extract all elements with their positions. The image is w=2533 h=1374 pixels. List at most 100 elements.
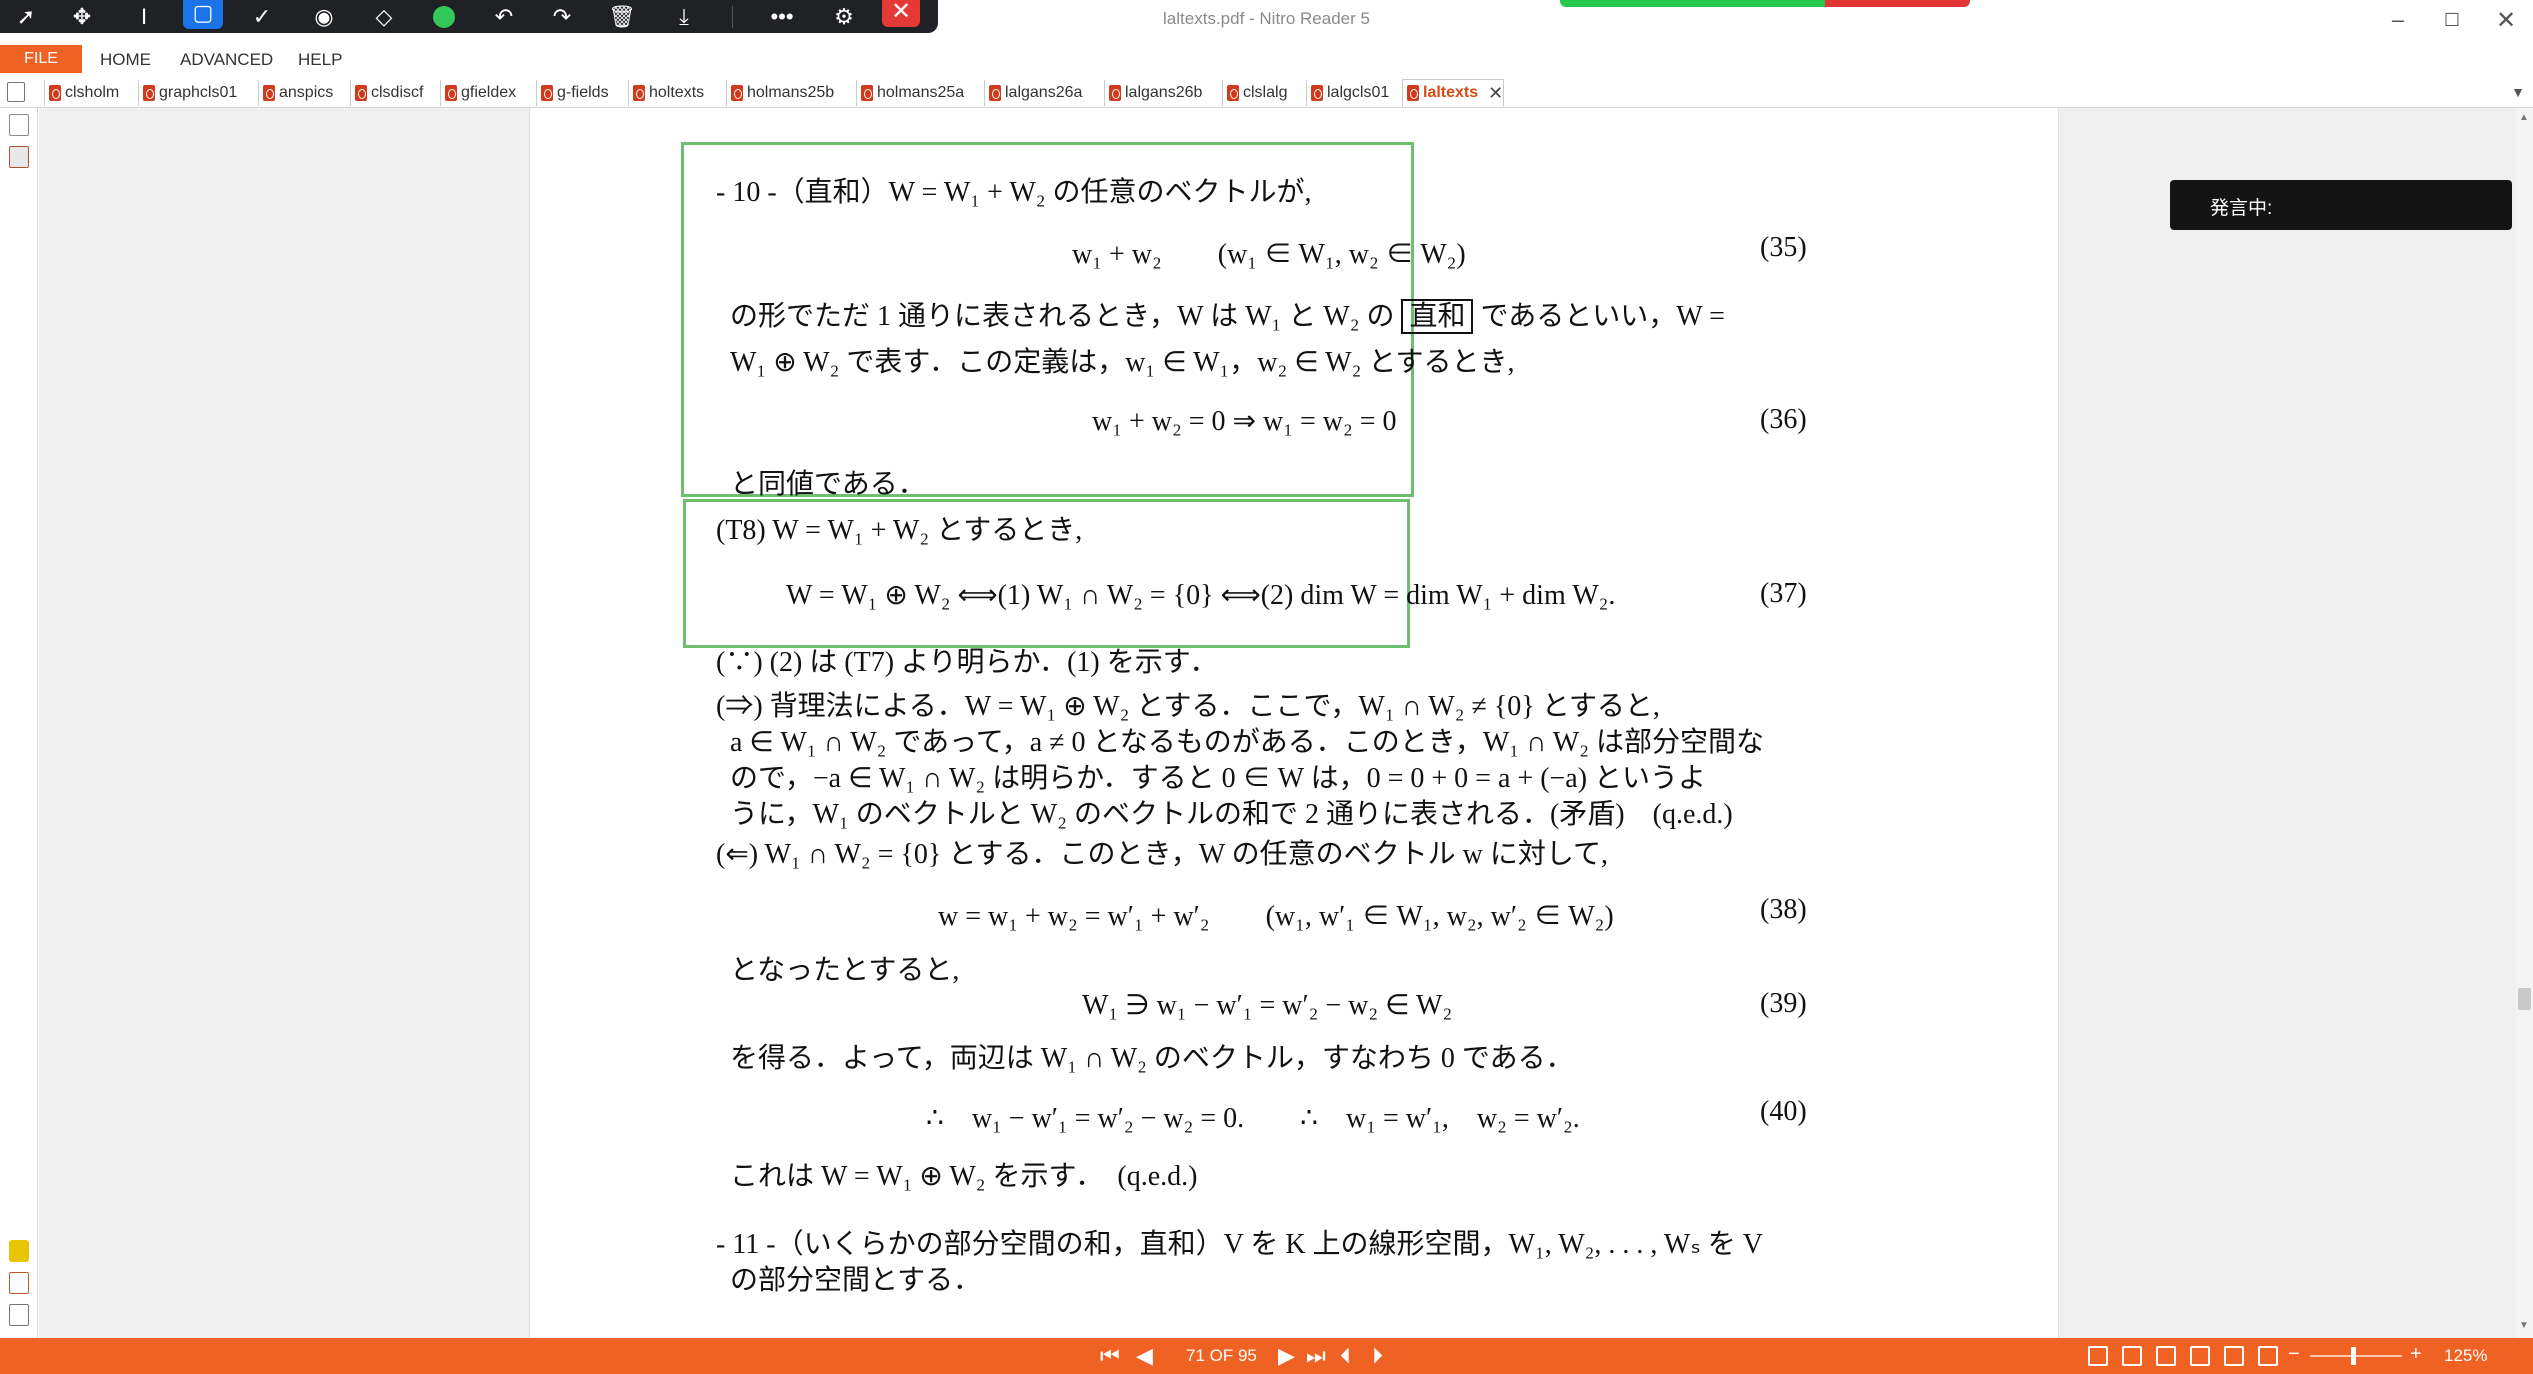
pdf-file-icon bbox=[1227, 85, 1239, 101]
fit-page-icon[interactable] bbox=[2258, 1346, 2278, 1366]
equation-number-39: (39) bbox=[1760, 988, 1807, 1019]
zoom-in-icon[interactable]: + bbox=[2410, 1343, 2422, 1366]
equation-40: ∴ w₁ − w′₁ = w′₂ − w₂ = 0. ∴ w₁ = w′₁, w… bbox=[926, 1103, 1580, 1134]
pdf-file-icon bbox=[1109, 85, 1121, 101]
tab-overflow-chevron-icon[interactable]: ▼ bbox=[2511, 84, 2525, 100]
document-viewport[interactable]: - 10 -（直和）W = W₁ + W₂ の任意のベクトルが, w₁ + w₂… bbox=[39, 108, 2516, 1338]
record-dot-icon[interactable] bbox=[422, 0, 466, 33]
theorem-t8: (T8) W = W₁ + W₂ とするとき, bbox=[716, 515, 1083, 546]
scroll-down-icon[interactable]: ▼ bbox=[2519, 1320, 2529, 1331]
proof-line: うに，W₁ のベクトルと W₂ のベクトルの和で 2 通りに表される．(矛盾) … bbox=[730, 799, 1733, 830]
pdf-file-icon bbox=[633, 85, 645, 101]
scrollbar-thumb[interactable] bbox=[2518, 988, 2531, 1010]
term-boxed: 直和 bbox=[1401, 299, 1474, 334]
menu-home[interactable]: HOME bbox=[100, 50, 151, 70]
tab-lalgcls01[interactable]: lalgcls01 bbox=[1306, 80, 1389, 106]
proof-line: となったとすると, bbox=[730, 955, 960, 986]
user-settings-icon[interactable]: ⚙ bbox=[822, 0, 866, 33]
tab-holmans25a[interactable]: holmans25a bbox=[856, 80, 964, 106]
tab-anspics[interactable]: anspics bbox=[258, 80, 333, 106]
tab-holtexts[interactable]: holtexts bbox=[628, 80, 704, 106]
previous-view-icon[interactable]: ⏴ bbox=[1340, 1343, 1351, 1368]
tab-g-fields[interactable]: g-fields bbox=[536, 80, 609, 106]
proof-line: (∵) (2) は (T7) より明らか．(1) を示す． bbox=[716, 647, 1218, 678]
output-panel-icon[interactable] bbox=[9, 1304, 29, 1326]
record-icon[interactable]: ◉ bbox=[302, 0, 346, 33]
menu-help[interactable]: HELP bbox=[298, 50, 342, 70]
last-page-icon[interactable]: ⏭ bbox=[1306, 1343, 1326, 1368]
menu-advanced[interactable]: ADVANCED bbox=[180, 50, 273, 70]
vertical-scrollbar[interactable]: ▲ ▼ bbox=[2516, 108, 2533, 1338]
tab-clslalg[interactable]: clslalg bbox=[1222, 80, 1287, 106]
tab-laltexts[interactable]: laltexts ✕ bbox=[1402, 79, 1505, 107]
next-page-icon[interactable]: ▶ bbox=[1278, 1343, 1295, 1368]
check-icon[interactable]: ✓ bbox=[240, 0, 284, 33]
download-icon[interactable]: ⤓ bbox=[662, 0, 706, 33]
attachments-panel-icon[interactable] bbox=[9, 1272, 29, 1294]
zoom-out-icon[interactable]: − bbox=[2288, 1343, 2300, 1366]
toolbar-divider bbox=[732, 6, 733, 28]
equation-36: w₁ + w₂ = 0 ⇒ w₁ = w₂ = 0 bbox=[1092, 406, 1397, 437]
tab-graphcls01[interactable]: graphcls01 bbox=[138, 80, 237, 106]
proof-line: a ∈ W₁ ∩ W₂ であって，a ≠ 0 となるものがある．このとき，W₁ … bbox=[730, 727, 1764, 758]
minimize-button[interactable]: – bbox=[2370, 2, 2426, 38]
zoom-level[interactable]: 125% bbox=[2444, 1346, 2487, 1366]
equation-number-38: (38) bbox=[1760, 894, 1807, 925]
single-page-view-icon[interactable] bbox=[2088, 1346, 2108, 1366]
pdf-file-icon bbox=[1407, 85, 1419, 101]
tab-clsdiscf[interactable]: clsdiscf bbox=[350, 80, 423, 106]
proof-line: (⇐) W₁ ∩ W₂ = {0} とする．このとき，W の任意のベクトル w … bbox=[716, 839, 1608, 870]
pdf-file-icon bbox=[49, 85, 61, 101]
paragraph-line: W₁ ⊕ W₂ で表す．この定義は，w₁ ∈ W₁，w₂ ∈ W₂ とするとき, bbox=[730, 347, 1515, 378]
close-window-button[interactable]: ✕ bbox=[2478, 2, 2533, 38]
stop-icon[interactable]: ✕ bbox=[882, 0, 920, 27]
tab-gfieldex[interactable]: gfieldex bbox=[440, 80, 516, 106]
recording-indicator-green bbox=[1560, 0, 1825, 7]
tab-lalgans26a[interactable]: lalgans26a bbox=[984, 80, 1082, 106]
proof-line: ので，−a ∈ W₁ ∩ W₂ は明らか．すると 0 ∈ W は，0 = 0 +… bbox=[730, 763, 1707, 794]
pdf-page: - 10 -（直和）W = W₁ + W₂ の任意のベクトルが, w₁ + w₂… bbox=[529, 108, 2059, 1338]
scroll-up-icon[interactable]: ▲ bbox=[2519, 112, 2529, 123]
bookmarks-panel-icon[interactable] bbox=[9, 146, 29, 168]
facing-view-icon[interactable] bbox=[2156, 1346, 2176, 1366]
eraser-icon[interactable]: ◇ bbox=[362, 0, 406, 33]
fit-width-icon[interactable] bbox=[2224, 1346, 2244, 1366]
maximize-button[interactable]: ☐ bbox=[2424, 2, 2480, 38]
menu-file[interactable]: FILE bbox=[0, 45, 82, 73]
pdf-file-icon bbox=[989, 85, 1001, 101]
continuous-view-icon[interactable] bbox=[2122, 1346, 2142, 1366]
more-icon[interactable]: ••• bbox=[760, 0, 804, 33]
pointer-icon[interactable]: ➚ bbox=[4, 0, 48, 33]
first-page-icon[interactable]: ⏮ bbox=[1100, 1343, 1120, 1368]
redo-icon[interactable]: ↷ bbox=[540, 0, 584, 33]
equation-39: W₁ ∋ w₁ − w′₁ = w′₂ − w₂ ∈ W₂ bbox=[1082, 990, 1453, 1021]
close-tab-icon[interactable]: ✕ bbox=[1488, 83, 1503, 104]
tab-holmans25b[interactable]: holmans25b bbox=[726, 80, 834, 106]
rectangle-select-icon[interactable]: ▢ bbox=[183, 0, 223, 29]
text-select-icon[interactable]: I bbox=[122, 0, 166, 33]
facing-continuous-view-icon[interactable] bbox=[2190, 1346, 2210, 1366]
pdf-file-icon bbox=[861, 85, 873, 101]
equation-number-35: (35) bbox=[1760, 232, 1807, 263]
pages-panel-icon[interactable] bbox=[9, 114, 29, 136]
menu-bar: FILE HOME ADVANCED HELP bbox=[0, 45, 2533, 75]
equation-number-36: (36) bbox=[1760, 404, 1807, 435]
equation-38: w = w₁ + w₂ = w′₁ + w′₂ (w₁, w′₁ ∈ W₁, w… bbox=[938, 901, 1614, 932]
tab-clsholm[interactable]: clsholm bbox=[44, 80, 119, 106]
pan-icon[interactable]: ✥ bbox=[60, 0, 104, 33]
status-bar: ⏮ ◀ 71 OF 95 ▶ ⏭ ⏴ ⏵ − + 125% bbox=[0, 1338, 2533, 1374]
equation-number-40: (40) bbox=[1760, 1096, 1807, 1127]
zoom-slider-thumb[interactable] bbox=[2351, 1347, 2357, 1365]
trash-icon[interactable]: 🗑 bbox=[600, 0, 644, 33]
page-indicator[interactable]: 71 OF 95 bbox=[1186, 1346, 1257, 1366]
undo-icon[interactable]: ↶ bbox=[482, 0, 526, 33]
proof-line: を得る．よって，両辺は W₁ ∩ W₂ のベクトル，すなわち 0 である． bbox=[730, 1043, 1574, 1074]
previous-page-icon[interactable]: ◀ bbox=[1136, 1343, 1153, 1368]
recording-indicator-red bbox=[1825, 0, 1970, 7]
next-view-icon[interactable]: ⏵ bbox=[1372, 1343, 1383, 1368]
tab-list-icon[interactable] bbox=[7, 82, 25, 102]
comments-panel-icon[interactable] bbox=[9, 1240, 29, 1262]
pdf-file-icon bbox=[541, 85, 553, 101]
tab-lalgans26b[interactable]: lalgans26b bbox=[1104, 80, 1202, 106]
pdf-file-icon bbox=[143, 85, 155, 101]
